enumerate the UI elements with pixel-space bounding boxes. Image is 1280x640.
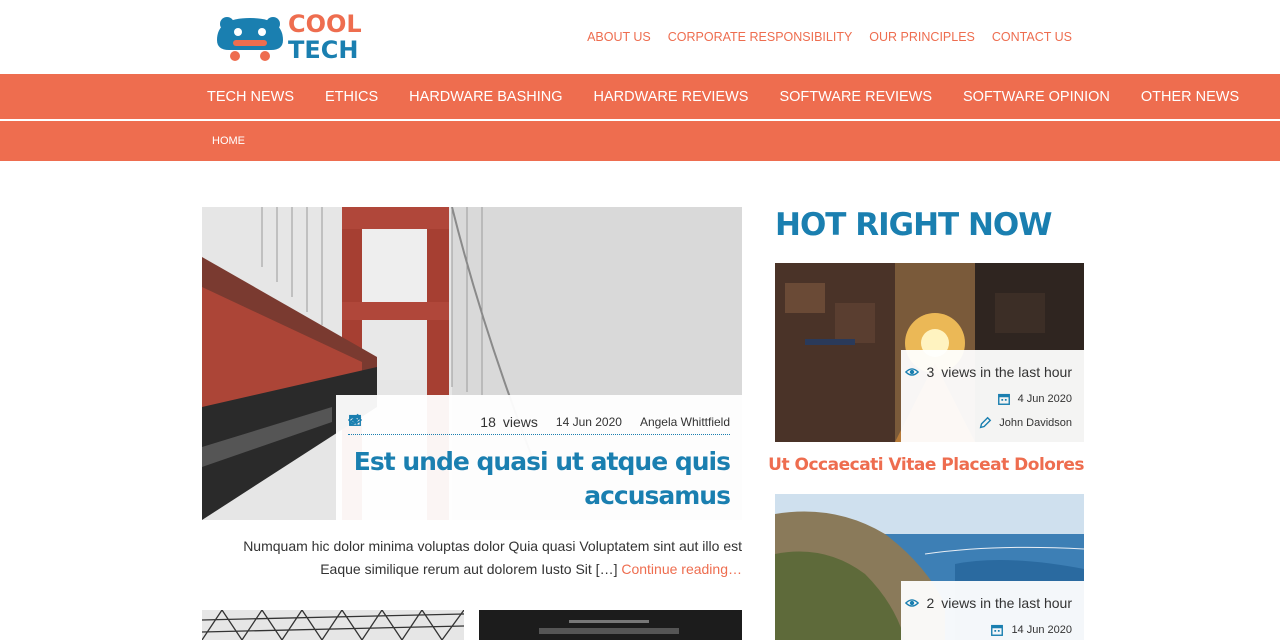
thumbnail-image: [202, 610, 464, 640]
date-meta: 4 Jun 2020: [997, 392, 1072, 406]
hot-post-card[interactable]: 3 views in the last hour 4 Jun 2020 John…: [775, 263, 1084, 442]
robot-logo-icon: [217, 17, 283, 61]
top-link-about-us[interactable]: ABOUT US: [587, 30, 651, 44]
views-count: 2: [926, 595, 935, 611]
article-thumbnail[interactable]: [202, 610, 464, 640]
article-thumbnail[interactable]: [479, 610, 742, 640]
sidebar-heading: HOT RIGHT NOW: [775, 207, 1052, 243]
logo-line-2: TECH: [288, 36, 359, 64]
eye-icon: [905, 599, 920, 607]
article-author[interactable]: Angela Whittfield: [640, 415, 730, 429]
hot-post-card[interactable]: 2 views in the last hour 14 Jun 2020: [775, 494, 1084, 640]
nav-item-hardware-bashing[interactable]: HARDWARE BASHING: [409, 89, 562, 105]
pencil-icon: [349, 413, 362, 426]
nav-item-hardware-reviews[interactable]: HARDWARE REVIEWS: [594, 89, 749, 105]
author-meta: Angela Whittfield: [349, 413, 730, 429]
nav-item-ethics[interactable]: ETHICS: [325, 89, 378, 105]
top-link-our-principles[interactable]: OUR PRINCIPLES: [869, 30, 975, 44]
feature-title[interactable]: Est unde quasi ut atque quis accusamus: [350, 445, 731, 513]
views-label: views in the last hour: [941, 595, 1072, 611]
logo-wordmark: COOL TECH: [288, 11, 362, 63]
hot-post-title[interactable]: Ut Occaecati Vitae Placeat Dolores: [768, 455, 1084, 475]
feature-card: 18 views 14 Jun 2020 Angela Whittfield E…: [336, 395, 742, 520]
views-count: 3: [926, 364, 935, 380]
eye-icon: [905, 368, 920, 376]
date-meta: 14 Jun 2020: [349, 414, 622, 429]
views-label: views in the last hour: [941, 364, 1072, 380]
hot-post-meta: 2 views in the last hour 14 Jun 2020: [901, 581, 1084, 640]
breadcrumb-home[interactable]: HOME: [212, 135, 245, 147]
main-nav: TECH NEWS ETHICS HARDWARE BASHING HARDWA…: [0, 74, 1280, 119]
author-meta: John Davidson: [978, 416, 1072, 430]
thumbnail-image: [479, 610, 742, 640]
hot-post-meta: 3 views in the last hour 4 Jun 2020 John…: [901, 350, 1084, 442]
feature-article[interactable]: 18 views 14 Jun 2020 Angela Whittfield E…: [202, 207, 742, 520]
pencil-icon: [979, 416, 992, 429]
views-count: 18: [480, 413, 496, 430]
views-label: views: [502, 413, 538, 430]
logo-line-1: COOL: [288, 10, 362, 38]
post-author[interactable]: John Davidson: [999, 417, 1072, 429]
breadcrumb: HOME: [0, 121, 1280, 161]
nav-item-software-reviews[interactable]: SOFTWARE REVIEWS: [779, 89, 932, 105]
views-meta: 3 views in the last hour: [905, 364, 1072, 380]
site-logo[interactable]: COOL TECH: [213, 10, 362, 66]
top-link-contact-us[interactable]: CONTACT US: [992, 30, 1072, 44]
post-date: 14 Jun 2020: [1011, 624, 1072, 636]
nav-item-other-news[interactable]: OTHER NEWS: [1141, 89, 1239, 105]
calendar-icon: [997, 393, 1010, 405]
date-meta: 14 Jun 2020: [990, 623, 1072, 637]
views-meta: 2 views in the last hour: [905, 595, 1072, 611]
post-date: 4 Jun 2020: [1017, 393, 1072, 405]
calendar-icon: [991, 624, 1004, 636]
feature-meta: 18 views 14 Jun 2020 Angela Whittfield: [348, 413, 730, 435]
nav-item-tech-news[interactable]: TECH NEWS: [207, 89, 294, 105]
nav-item-software-opinion[interactable]: SOFTWARE OPINION: [963, 89, 1110, 105]
site-header: COOL TECH ABOUT US CORPORATE RESPONSIBIL…: [0, 0, 1280, 74]
top-links: ABOUT US CORPORATE RESPONSIBILITY OUR PR…: [587, 30, 1072, 44]
continue-reading-link[interactable]: Continue reading…: [621, 561, 742, 577]
article-date: 14 Jun 2020: [555, 414, 622, 429]
feature-excerpt: Numquam hic dolor minima voluptas dolor …: [202, 535, 742, 581]
top-link-corporate-responsibility[interactable]: CORPORATE RESPONSIBILITY: [668, 30, 853, 44]
views-meta: 18 views: [348, 413, 538, 430]
